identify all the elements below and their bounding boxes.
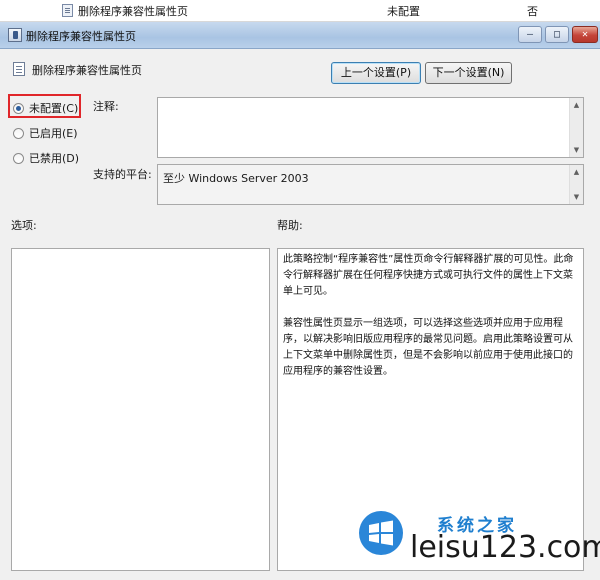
radio-not-configured[interactable]: 未配置(C): [13, 100, 78, 116]
list-item-state: 未配置: [387, 5, 420, 18]
radio-label: 未配置(C): [29, 102, 79, 115]
comment-label: 注释:: [93, 100, 119, 113]
close-button[interactable]: ✕: [572, 26, 598, 43]
policy-window-icon: [8, 28, 22, 42]
previous-setting-button[interactable]: 上一个设置(P): [331, 62, 421, 84]
options-label: 选项:: [11, 219, 37, 232]
radio-enabled[interactable]: 已启用(E): [13, 125, 78, 141]
scroll-down-icon[interactable]: ▼: [570, 144, 583, 156]
comment-scrollbar[interactable]: ▲ ▼: [569, 98, 583, 157]
windows-logo-icon: [359, 511, 403, 555]
radio-label: 已启用(E): [29, 127, 78, 140]
comment-textarea[interactable]: ▲ ▼: [157, 97, 584, 158]
options-panel: [11, 248, 270, 571]
window-title: 删除程序兼容性属性页: [26, 30, 136, 43]
background-policy-list: 删除程序兼容性属性页 未配置 否: [0, 0, 600, 22]
help-text: 此策略控制“程序兼容性”属性页命令行解释器扩展的可见性。此命令行解释器扩展在任何…: [283, 252, 577, 396]
maximize-button[interactable]: □: [545, 26, 569, 43]
scroll-down-icon[interactable]: ▼: [570, 191, 583, 203]
policy-title: 删除程序兼容性属性页: [32, 64, 142, 77]
list-item-comment: 否: [527, 5, 538, 18]
radio-label: 已禁用(D): [29, 152, 80, 165]
list-item-name[interactable]: 删除程序兼容性属性页: [78, 3, 188, 19]
scroll-up-icon[interactable]: ▲: [570, 99, 583, 111]
scroll-up-icon[interactable]: ▲: [570, 166, 583, 178]
supported-on-scrollbar[interactable]: ▲ ▼: [569, 165, 583, 204]
supported-on-label: 支持的平台:: [93, 168, 152, 181]
radio-button[interactable]: [13, 127, 24, 139]
help-panel: 此策略控制“程序兼容性”属性页命令行解释器扩展的可见性。此命令行解释器扩展在任何…: [277, 248, 584, 571]
supported-on-field: 至少 Windows Server 2003 ▲ ▼: [157, 164, 584, 205]
help-paragraph: 兼容性属性页显示一组选项，可以选择这些选项并应用于应用程序，以解决影响旧版应用程…: [283, 318, 573, 377]
help-paragraph: 此策略控制“程序兼容性”属性页命令行解释器扩展的可见性。此命令行解释器扩展在任何…: [283, 254, 574, 297]
policy-document-icon: [13, 62, 25, 76]
radio-button[interactable]: [13, 102, 24, 114]
help-label: 帮助:: [277, 219, 303, 232]
policy-setting-icon: [62, 4, 73, 17]
supported-on-value: 至少 Windows Server 2003: [163, 172, 309, 185]
next-setting-button[interactable]: 下一个设置(N): [425, 62, 512, 84]
minimize-button[interactable]: —: [518, 26, 542, 43]
watermark-domain: leisu123.com: [410, 530, 600, 565]
radio-disabled[interactable]: 已禁用(D): [13, 150, 79, 166]
window-titlebar[interactable]: 删除程序兼容性属性页 — □ ✕: [0, 22, 600, 49]
radio-button[interactable]: [13, 152, 24, 164]
